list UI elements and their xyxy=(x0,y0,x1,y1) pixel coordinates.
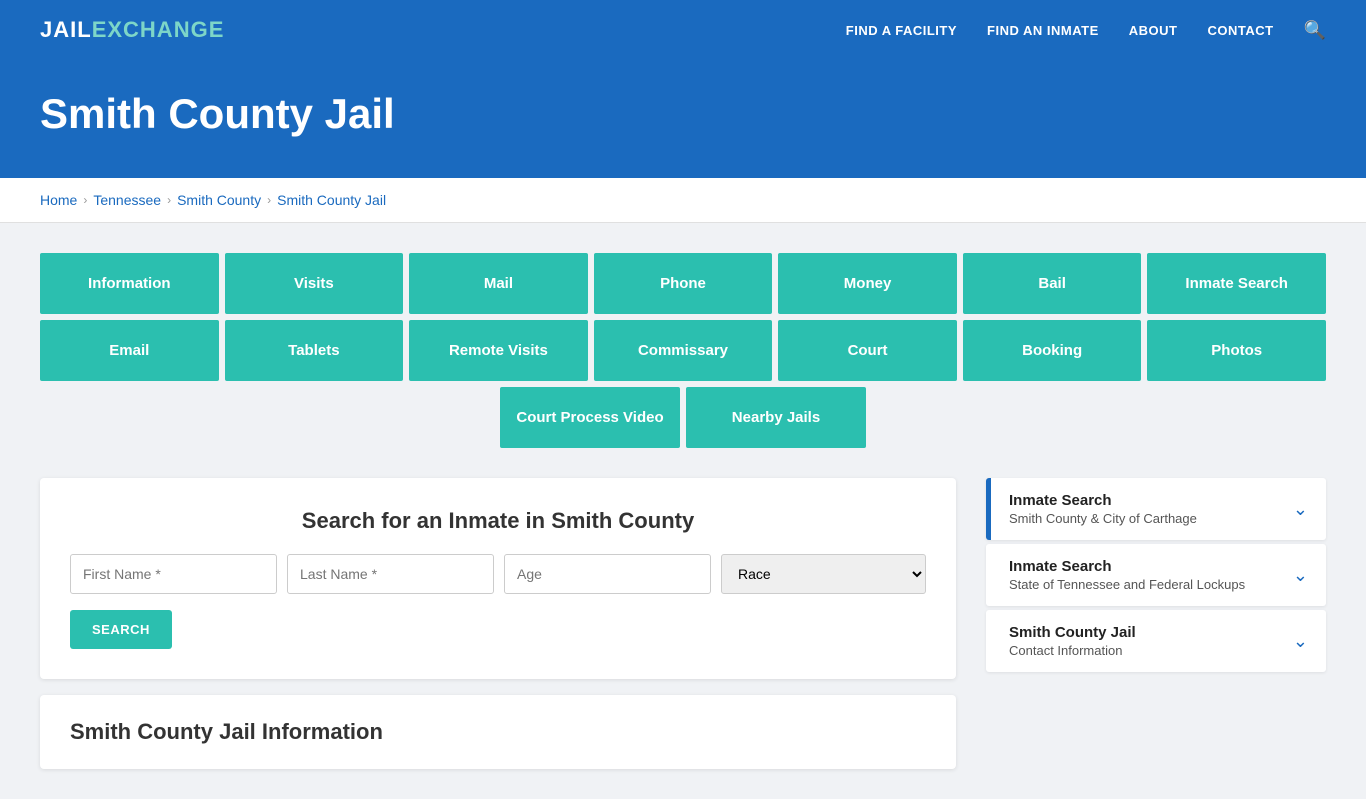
breadcrumb-sep-2: › xyxy=(167,193,171,207)
btn-email[interactable]: Email xyxy=(40,320,219,381)
sidebar-item-contact-info[interactable]: Smith County Jail Contact Information ⌄ xyxy=(986,610,1326,672)
search-panel: Search for an Inmate in Smith County Rac… xyxy=(40,478,956,679)
race-select[interactable]: Race White Black Hispanic Asian Other xyxy=(721,554,926,594)
nav-find-inmate[interactable]: FIND AN INMATE xyxy=(987,23,1099,38)
logo[interactable]: JAILEXCHANGE xyxy=(40,17,224,43)
btn-phone[interactable]: Phone xyxy=(594,253,773,314)
search-title: Search for an Inmate in Smith County xyxy=(70,508,926,534)
btn-inmate-search[interactable]: Inmate Search xyxy=(1147,253,1326,314)
nav: FIND A FACILITY FIND AN INMATE ABOUT CON… xyxy=(846,20,1326,41)
sidebar-item-subtitle-3: Contact Information xyxy=(1009,643,1136,658)
last-name-input[interactable] xyxy=(287,554,494,594)
btn-nearby-jails[interactable]: Nearby Jails xyxy=(686,387,866,448)
breadcrumb-smith-county[interactable]: Smith County xyxy=(177,192,261,208)
breadcrumb-smith-county-jail[interactable]: Smith County Jail xyxy=(277,192,386,208)
chevron-down-icon-2: ⌄ xyxy=(1293,565,1308,586)
nav-contact[interactable]: CONTACT xyxy=(1207,23,1273,38)
btn-photos[interactable]: Photos xyxy=(1147,320,1326,381)
button-row-2: Email Tablets Remote Visits Commissary C… xyxy=(40,320,1326,381)
btn-booking[interactable]: Booking xyxy=(963,320,1142,381)
button-row-3: Court Process Video Nearby Jails xyxy=(40,387,1326,448)
btn-court[interactable]: Court xyxy=(778,320,957,381)
left-panels: Search for an Inmate in Smith County Rac… xyxy=(40,478,956,769)
breadcrumb: Home › Tennessee › Smith County › Smith … xyxy=(40,192,1326,208)
sidebar-item-title-1: Inmate Search xyxy=(1009,492,1197,509)
sidebar-item-inmate-search-smith[interactable]: Inmate Search Smith County & City of Car… xyxy=(986,478,1326,540)
sidebar: Inmate Search Smith County & City of Car… xyxy=(986,478,1326,676)
info-section: Smith County Jail Information xyxy=(40,695,956,769)
first-name-input[interactable] xyxy=(70,554,277,594)
btn-visits[interactable]: Visits xyxy=(225,253,404,314)
chevron-down-icon-3: ⌄ xyxy=(1293,631,1308,652)
btn-information[interactable]: Information xyxy=(40,253,219,314)
sidebar-item-inmate-search-state[interactable]: Inmate Search State of Tennessee and Fed… xyxy=(986,544,1326,606)
sidebar-item-subtitle-2: State of Tennessee and Federal Lockups xyxy=(1009,577,1245,592)
chevron-down-icon-1: ⌄ xyxy=(1293,499,1308,520)
btn-court-process-video[interactable]: Court Process Video xyxy=(500,387,680,448)
button-row-1: Information Visits Mail Phone Money Bail… xyxy=(40,253,1326,314)
breadcrumb-tennessee[interactable]: Tennessee xyxy=(93,192,161,208)
page-title: Smith County Jail xyxy=(40,90,1326,138)
search-fields: Race White Black Hispanic Asian Other xyxy=(70,554,926,594)
sidebar-item-title-3: Smith County Jail xyxy=(1009,624,1136,641)
search-icon[interactable]: 🔍 xyxy=(1304,20,1326,41)
sidebar-item-subtitle-1: Smith County & City of Carthage xyxy=(1009,511,1197,526)
age-input[interactable] xyxy=(504,554,711,594)
btn-remote-visits[interactable]: Remote Visits xyxy=(409,320,588,381)
main-content: Information Visits Mail Phone Money Bail… xyxy=(0,223,1366,799)
btn-bail[interactable]: Bail xyxy=(963,253,1142,314)
nav-about[interactable]: ABOUT xyxy=(1129,23,1178,38)
btn-money[interactable]: Money xyxy=(778,253,957,314)
sidebar-item-title-2: Inmate Search xyxy=(1009,558,1245,575)
btn-mail[interactable]: Mail xyxy=(409,253,588,314)
breadcrumb-bar: Home › Tennessee › Smith County › Smith … xyxy=(0,178,1366,223)
breadcrumb-sep-3: › xyxy=(267,193,271,207)
breadcrumb-home[interactable]: Home xyxy=(40,192,77,208)
breadcrumb-sep-1: › xyxy=(83,193,87,207)
hero-section: Smith County Jail xyxy=(0,60,1366,178)
logo-exchange: EXCHANGE xyxy=(92,17,225,43)
search-button[interactable]: SEARCH xyxy=(70,610,172,649)
header: JAILEXCHANGE FIND A FACILITY FIND AN INM… xyxy=(0,0,1366,60)
nav-find-facility[interactable]: FIND A FACILITY xyxy=(846,23,957,38)
info-title: Smith County Jail Information xyxy=(70,719,926,745)
bottom-section: Search for an Inmate in Smith County Rac… xyxy=(40,478,1326,769)
btn-commissary[interactable]: Commissary xyxy=(594,320,773,381)
logo-jail: JAIL xyxy=(40,17,92,43)
btn-tablets[interactable]: Tablets xyxy=(225,320,404,381)
